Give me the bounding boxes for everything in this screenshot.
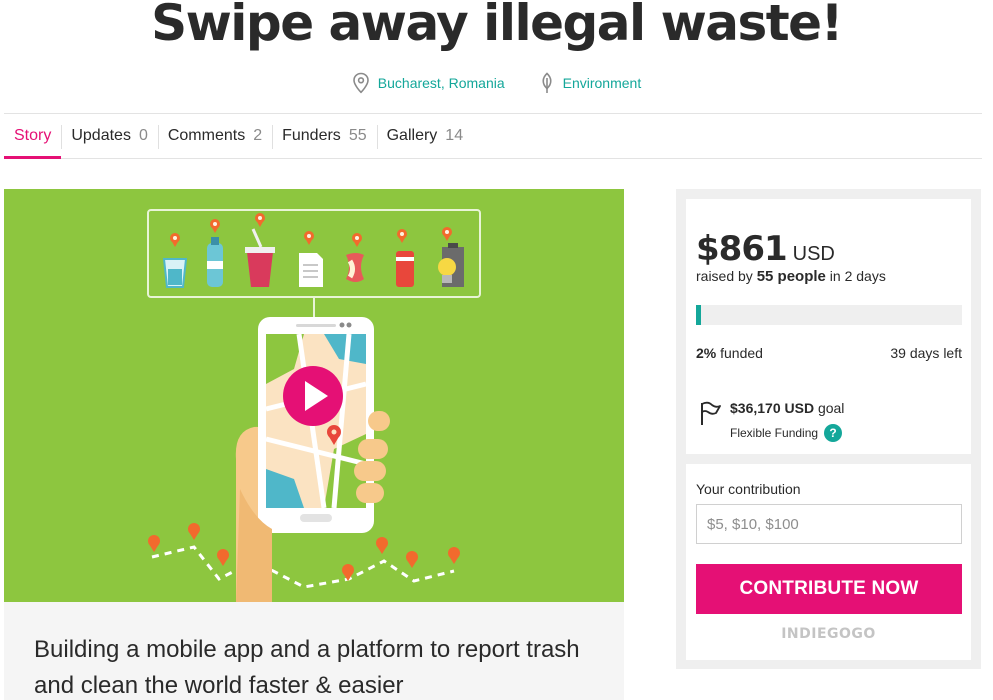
funding-goal: $36,170 USD goal Flexible Funding ? [698, 400, 844, 442]
funding-summary-card: $861 USD raised by 55 people in 2 days 2… [686, 199, 971, 454]
backer-count: 55 people [756, 268, 826, 285]
tab-label: Story [14, 127, 52, 144]
campaign-meta: Bucharest, Romania Environment [0, 72, 993, 94]
tab-label: Funders [282, 127, 341, 144]
campaign-tabs: Story Updates 0 Comments 2 Funders 55 Ga… [4, 113, 982, 159]
campaign-title: Swipe away illegal waste! [151, 0, 843, 52]
funding-progress-bar [696, 305, 962, 325]
goal-currency: USD [784, 400, 815, 416]
location-pin-icon [352, 72, 369, 94]
location-link[interactable]: Bucharest, Romania [352, 72, 505, 94]
tab-count: 14 [445, 127, 464, 144]
location-text: Bucharest, Romania [377, 75, 505, 91]
category-link[interactable]: Environment [539, 72, 642, 94]
tab-count: 0 [138, 127, 148, 144]
amount-value: $861 [696, 229, 788, 269]
goal-amount: $36,170 [730, 400, 781, 416]
tab-count: 55 [348, 127, 367, 144]
raised-prefix: raised by [696, 268, 753, 284]
raised-suffix: in 2 days [829, 268, 886, 284]
contribution-label: Your contribution [696, 481, 801, 497]
funded-percent: 2% funded [696, 345, 763, 361]
help-icon[interactable]: ? [824, 424, 843, 442]
goal-label: goal [817, 400, 845, 416]
indiegogo-logo: INDIEGOGO [781, 626, 876, 642]
progress-fill [696, 305, 702, 325]
leaf-icon [542, 72, 552, 93]
raised-summary: raised by 55 people in 2 days [696, 268, 886, 285]
funding-sidebar: $861 USD raised by 55 people in 2 days 2… [676, 189, 981, 669]
tagline-section: Building a mobile app and a platform to … [4, 602, 624, 700]
tab-label: Comments [167, 127, 246, 144]
funded-label: funded [720, 345, 763, 361]
tab-count: 2 [253, 127, 263, 144]
flag-icon [701, 401, 721, 425]
tab-funders[interactable]: Funders 55 [272, 114, 377, 158]
tab-story[interactable]: Story [4, 114, 62, 159]
raised-amount: $861 USD [696, 229, 835, 269]
contribute-now-button[interactable]: CONTRIBUTE NOW [696, 564, 962, 614]
tab-label: Gallery [386, 127, 438, 144]
hero-illustration [147, 209, 481, 602]
tab-comments[interactable]: Comments 2 [157, 114, 272, 158]
percent-value: 2% [696, 345, 717, 361]
play-icon[interactable] [283, 366, 343, 426]
campaign-tagline: Building a mobile app and a platform to … [34, 636, 580, 699]
contribution-input[interactable] [696, 504, 962, 544]
contribution-card: Your contribution CONTRIBUTE NOW INDIEGO… [686, 464, 971, 660]
tab-updates[interactable]: Updates 0 [61, 114, 158, 158]
funding-type: Flexible Funding [730, 426, 819, 440]
campaign-video[interactable] [4, 189, 624, 602]
category-text: Environment [562, 75, 642, 91]
amount-currency: USD [792, 243, 835, 265]
tab-label: Updates [71, 127, 131, 144]
tab-gallery[interactable]: Gallery 14 [376, 114, 473, 158]
days-left: 39 days left [890, 345, 962, 361]
